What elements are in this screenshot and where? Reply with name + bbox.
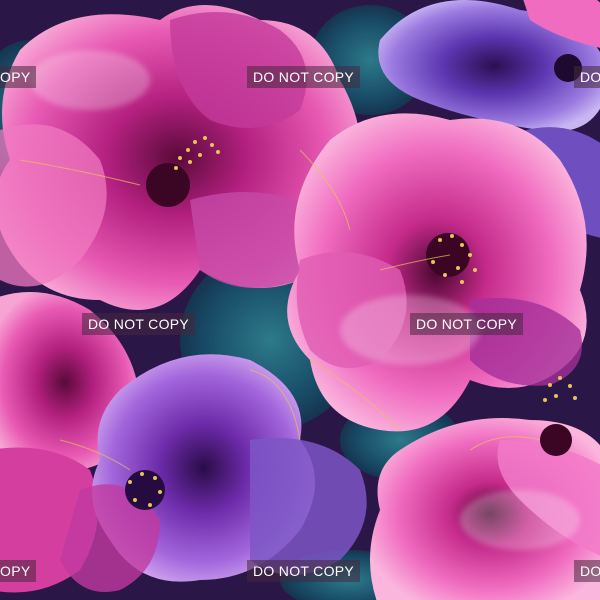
watermark-text: DO NOT COPY bbox=[247, 66, 361, 88]
flower-center-right bbox=[287, 113, 587, 432]
watermark-text: DO bbox=[574, 66, 600, 88]
watermark-text: OPY bbox=[0, 560, 37, 582]
watermark-text: DO NOT COPY bbox=[247, 560, 361, 582]
watermark-text: DO bbox=[574, 560, 600, 582]
watermark-text: DO NOT COPY bbox=[410, 313, 524, 335]
floral-artwork bbox=[0, 0, 600, 600]
watermark-text: OPY bbox=[0, 66, 37, 88]
watermark-text: DO NOT COPY bbox=[82, 313, 196, 335]
